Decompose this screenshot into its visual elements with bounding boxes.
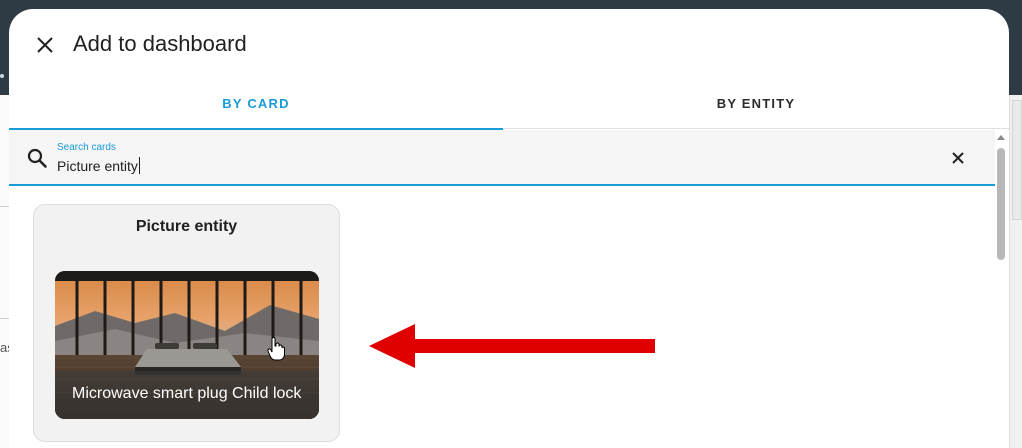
close-icon[interactable]	[33, 33, 57, 57]
dialog-title: Add to dashboard	[73, 31, 247, 56]
search-field-label: Search cards	[57, 142, 116, 153]
tab-bar: BY CARD BY ENTITY	[9, 81, 1009, 130]
add-to-dashboard-dialog: Add to dashboard BY CARD BY ENTITY Searc…	[9, 9, 1009, 448]
scrollbar-thumb[interactable]	[997, 148, 1005, 260]
tab-by-entity-label: BY ENTITY	[716, 96, 796, 111]
tab-by-entity[interactable]: BY ENTITY	[503, 81, 1009, 129]
search-input[interactable]: Picture entity	[57, 157, 140, 174]
left-arrow-icon	[369, 322, 669, 377]
tab-by-card-label: BY CARD	[222, 96, 290, 111]
picture-entity-card-option[interactable]: Picture entity Microwave smart plug Chil…	[33, 204, 340, 442]
card-title: Picture entity	[135, 218, 238, 235]
preview-entity-label: Microwave smart plug Child lock	[72, 385, 302, 402]
tab-by-card[interactable]: BY CARD	[9, 81, 503, 130]
background-right-widget	[1012, 100, 1022, 220]
search-field[interactable]: Search cards Picture entity	[9, 130, 995, 186]
scroll-up-icon[interactable]	[997, 135, 1005, 140]
card-preview: Microwave smart plug Child lock	[55, 271, 319, 419]
dialog-header: Add to dashboard	[9, 9, 1009, 81]
background-dot	[0, 74, 4, 78]
search-input-value: Picture entity	[57, 158, 138, 174]
text-caret	[138, 157, 140, 174]
search-icon	[26, 147, 48, 169]
clear-icon[interactable]	[949, 149, 967, 167]
